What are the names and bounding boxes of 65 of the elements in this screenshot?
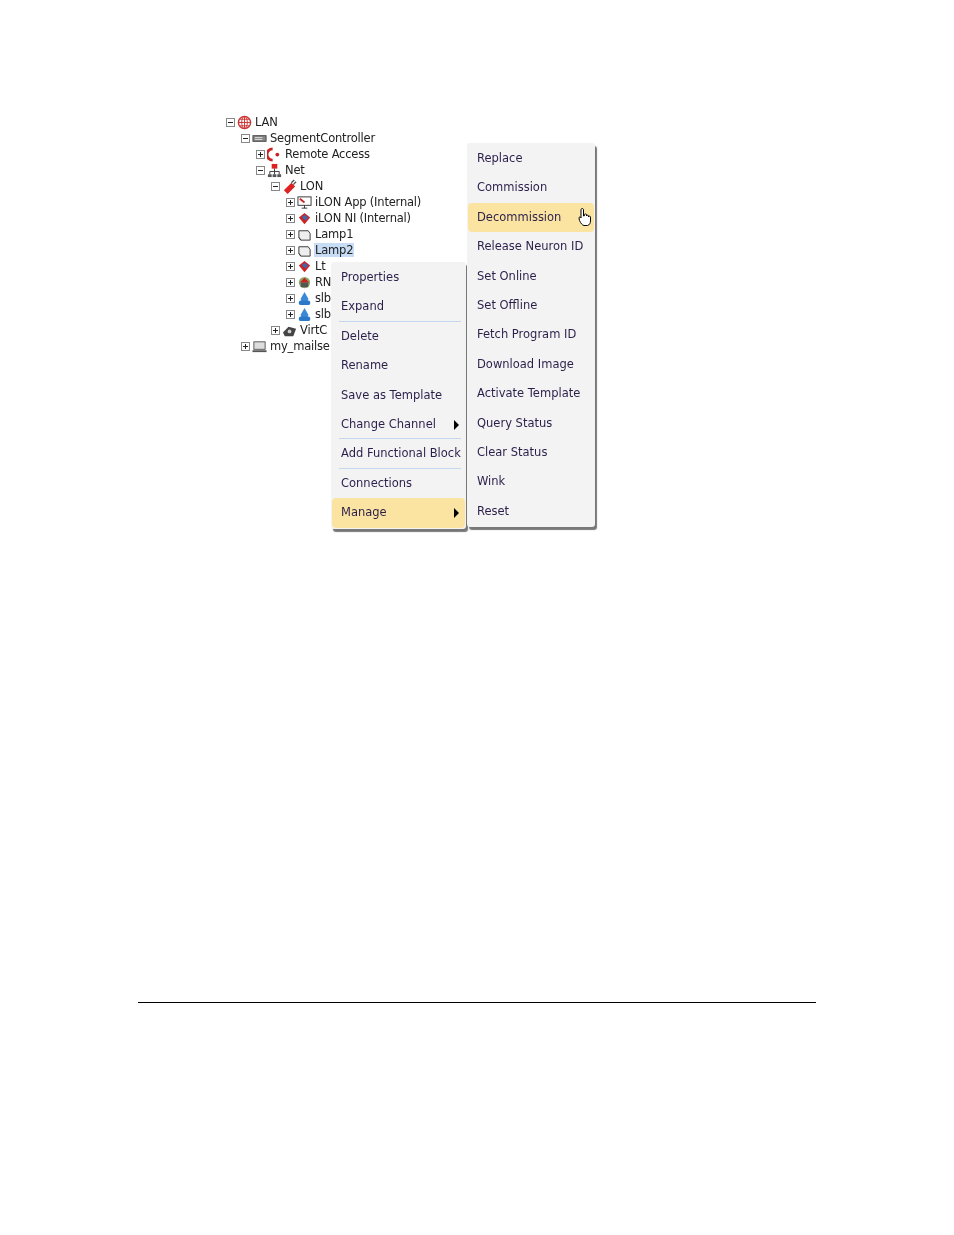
expand-toggle-icon[interactable]	[241, 341, 250, 351]
menu-item[interactable]: Properties	[332, 263, 465, 293]
menu-item[interactable]: Activate Template	[468, 379, 594, 409]
drop-icon	[297, 306, 312, 322]
menu-item[interactable]: Save as Template	[332, 380, 465, 410]
menu-item[interactable]: Clear Status	[468, 437, 594, 468]
tree-item[interactable]: VirtC	[299, 323, 329, 337]
collapse-toggle-icon[interactable]	[271, 181, 280, 191]
drop-icon	[297, 290, 312, 306]
menu-item[interactable]: Query Status	[468, 408, 594, 438]
expand-toggle-icon[interactable]	[286, 261, 295, 271]
device-icon	[297, 258, 312, 274]
menu-item[interactable]: Manage	[332, 498, 465, 528]
menu-item[interactable]: Release Neuron ID	[468, 232, 594, 262]
expand-toggle-icon[interactable]	[286, 213, 295, 223]
menu-item[interactable]: Connections	[332, 468, 465, 499]
tree-item[interactable]: Lamp1	[314, 227, 355, 241]
tree-item[interactable]: Lt	[314, 259, 327, 273]
collapse-toggle-icon[interactable]	[241, 133, 250, 143]
network-icon	[267, 162, 282, 178]
device-icon	[297, 210, 312, 226]
expand-toggle-icon[interactable]	[286, 245, 295, 255]
tree-item[interactable]: Remote Access	[284, 147, 371, 161]
menu-item[interactable]: Download Image	[468, 349, 594, 380]
globe-icon	[237, 114, 252, 130]
menu-item[interactable]: Add Functional Block	[332, 439, 465, 469]
tree-item[interactable]: LON	[299, 179, 325, 193]
expand-toggle-icon[interactable]	[286, 277, 295, 287]
menu-item[interactable]: Reset	[468, 496, 594, 527]
tree-item[interactable]: LAN	[254, 115, 279, 129]
monitor-icon	[297, 194, 312, 210]
collapse-toggle-icon[interactable]	[256, 165, 265, 175]
menu-item[interactable]: Commission	[468, 173, 594, 203]
menu-item[interactable]: Replace	[468, 144, 594, 174]
menu-item[interactable]: Fetch Program ID	[468, 320, 594, 350]
tree-item[interactable]: RN	[314, 275, 333, 289]
collapse-toggle-icon[interactable]	[226, 117, 235, 127]
submenu-arrow-icon	[454, 507, 459, 518]
menu-item[interactable]: Wink	[468, 467, 594, 497]
menu-item[interactable]: Rename	[332, 351, 465, 381]
expand-toggle-icon[interactable]	[286, 309, 295, 319]
menu-item[interactable]: Expand	[332, 292, 465, 322]
menu-item[interactable]: Delete	[332, 321, 465, 352]
plug-icon	[282, 178, 297, 194]
menu-item[interactable]: Change Channel	[332, 409, 465, 440]
tree-item[interactable]: SegmentController	[269, 131, 376, 145]
hand-cursor-icon	[578, 206, 592, 227]
tree-item[interactable]: slb	[314, 291, 332, 305]
tree-item[interactable]: Lamp2	[314, 243, 355, 257]
expand-toggle-icon[interactable]	[286, 197, 295, 207]
tree-item[interactable]: iLON NI (Internal)	[314, 211, 412, 225]
expand-toggle-icon[interactable]	[286, 293, 295, 303]
laptop-icon	[252, 338, 267, 354]
submenu-arrow-icon	[454, 419, 459, 430]
expand-toggle-icon[interactable]	[286, 229, 295, 239]
tree-item[interactable]: slb	[314, 307, 332, 321]
menu-item[interactable]: Decommission	[468, 202, 594, 233]
expand-toggle-icon[interactable]	[271, 325, 280, 335]
tree-item[interactable]: Net	[284, 163, 306, 177]
menu-item[interactable]: Set Online	[468, 261, 594, 291]
router-icon	[297, 274, 312, 290]
tree-item[interactable]: my_mailse	[269, 339, 331, 353]
tree-item[interactable]: iLON App (Internal)	[314, 195, 423, 209]
expand-toggle-icon[interactable]	[256, 149, 265, 159]
menu-item[interactable]: Set Offline	[468, 290, 594, 321]
